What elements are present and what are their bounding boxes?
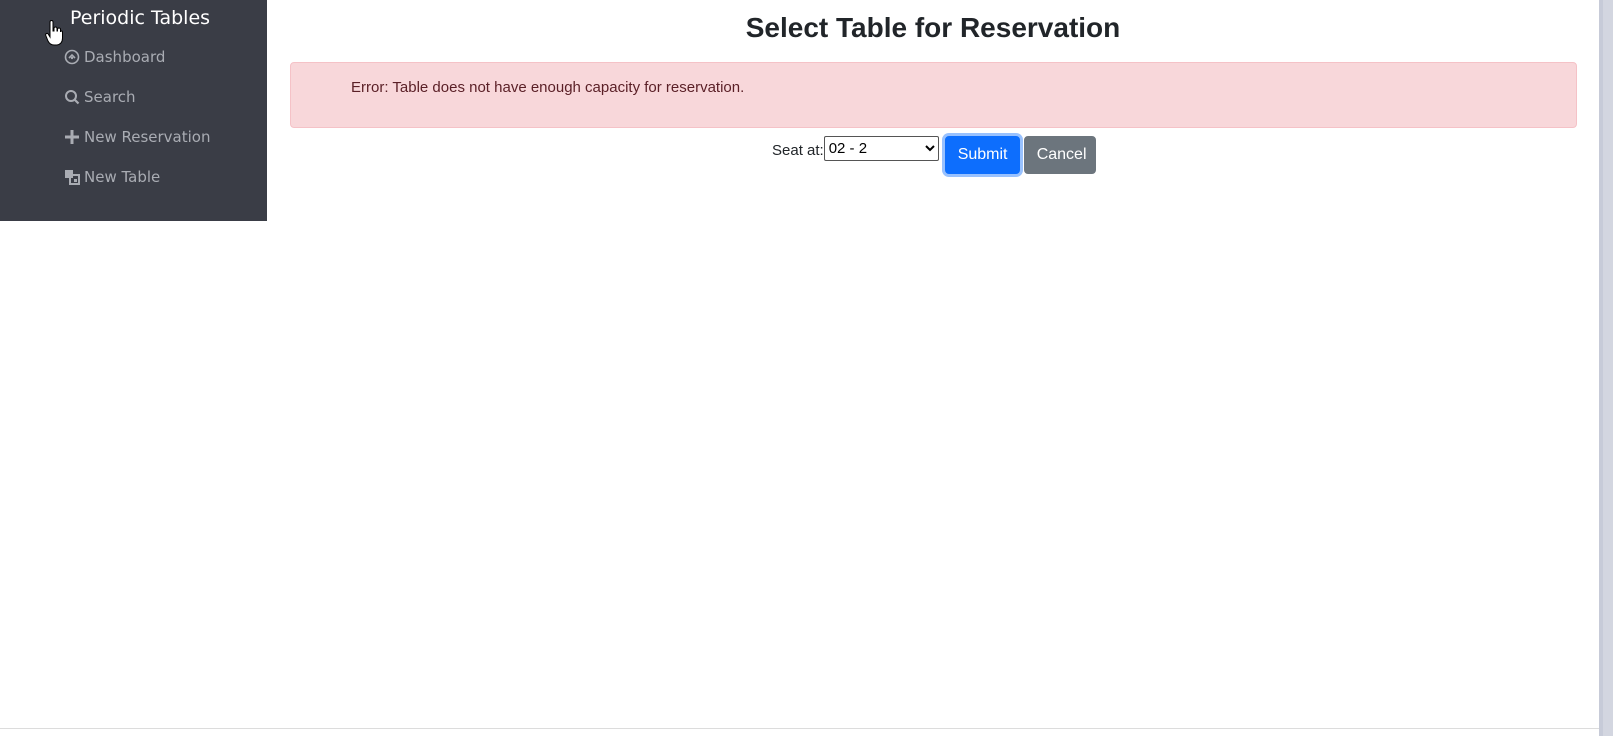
hand-cursor-icon: [45, 19, 63, 46]
sidebar-item-label: Dashboard: [84, 48, 166, 66]
seat-label: Seat at:: [772, 142, 824, 159]
brand-title[interactable]: Periodic Tables: [70, 7, 210, 29]
submit-button[interactable]: Submit: [944, 136, 1020, 174]
scrollbar-track[interactable]: [1603, 0, 1613, 736]
sidebar-item-label: New Table: [84, 168, 161, 186]
sidebar: Periodic Tables Dashboard Search New Res…: [0, 0, 267, 221]
error-message: Error: Table does not have enough capaci…: [351, 79, 745, 96]
error-alert: Error: Table does not have enough capaci…: [290, 62, 1577, 128]
page-title: Select Table for Reservation: [745, 12, 1121, 43]
search-icon: [64, 89, 80, 105]
vertical-scrollbar[interactable]: [1599, 0, 1613, 736]
sidebar-item-dashboard[interactable]: Dashboard: [64, 48, 165, 66]
sidebar-item-new-reservation[interactable]: New Reservation: [64, 128, 210, 146]
divider: [0, 728, 1599, 729]
sidebar-item-label: New Reservation: [84, 128, 211, 146]
dashboard-icon: [64, 49, 80, 65]
sidebar-item-new-table[interactable]: New Table: [64, 168, 160, 186]
table-select[interactable]: 02 - 2: [823, 136, 939, 161]
sidebar-item-label: Search: [84, 88, 136, 106]
sidebar-item-search[interactable]: Search: [64, 88, 136, 106]
table-icon: [64, 169, 80, 185]
cancel-button[interactable]: Cancel: [1023, 136, 1096, 174]
seat-form: Seat at: 02 - 2 Submit Cancel: [772, 136, 1096, 174]
plus-icon: [64, 129, 80, 145]
